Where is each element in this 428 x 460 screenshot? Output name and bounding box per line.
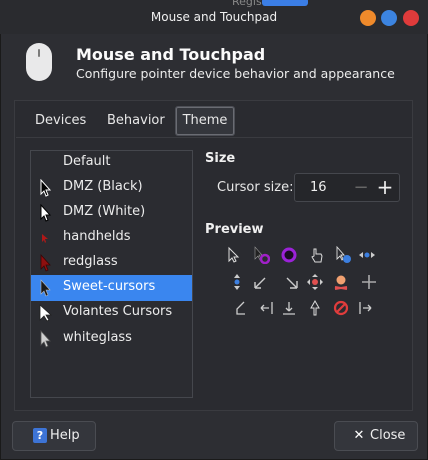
resize-corner-nw-preview-icon [236, 301, 245, 315]
theme-item-label: DMZ (White) [63, 204, 146, 219]
arrow-cursor-icon [42, 234, 48, 243]
theme-item-label: Sweet-cursors [63, 279, 156, 294]
help-button-label: Help [50, 428, 80, 443]
close-button[interactable]: ✕ Close [334, 421, 418, 451]
resize-diagonal-preview-icon [254, 277, 266, 289]
arrow-cursor-preview-icon [228, 246, 240, 263]
theme-item-volantes-cursors[interactable]: Volantes Cursors [31, 300, 192, 326]
cursor-size-stepper[interactable]: 16 − + [294, 173, 400, 202]
preview-section-title: Preview [205, 222, 264, 237]
minimize-button[interactable] [360, 10, 376, 26]
resize-vertical-preview-icon [234, 274, 240, 290]
arrow-cursor-icon [39, 304, 53, 322]
title-bar: Register or Mouse and Touchpad [0, 0, 428, 34]
tab-behavior[interactable]: Behavior [107, 106, 165, 136]
background-login-button [262, 0, 308, 6]
arrow-cursor-icon [40, 279, 51, 297]
cursor-size-value[interactable]: 16 [310, 180, 327, 195]
resize-left-edge-preview-icon [260, 302, 273, 314]
resize-bottom-edge-preview-icon [283, 302, 295, 315]
theme-item-dmz-white[interactable]: DMZ (White) [31, 200, 192, 226]
hand-pointer-preview-icon [311, 248, 323, 263]
up-arrow-preview-icon [310, 299, 320, 316]
resize-corner-preview-icon [286, 277, 298, 289]
tab-divider [16, 137, 412, 138]
close-window-button[interactable] [403, 10, 419, 26]
mouse-icon [26, 43, 52, 81]
help-icon: ? [33, 428, 47, 443]
tab-theme[interactable]: Theme [175, 106, 235, 136]
help-pointer-preview-icon [336, 246, 351, 263]
theme-item-sweet-cursors[interactable]: Sweet-cursors [31, 275, 192, 301]
theme-item-redglass[interactable]: redglass [31, 250, 192, 276]
crosshair-preview-icon [362, 275, 376, 289]
move-preview-icon [307, 274, 323, 290]
arrow-cursor-icon [40, 254, 51, 272]
decrement-button[interactable]: − [349, 174, 373, 201]
maximize-button[interactable] [381, 10, 397, 26]
page-subtitle: Configure pointer device behavior and ap… [76, 66, 395, 81]
arrow-cursor-icon [40, 330, 51, 348]
theme-item-whiteglass[interactable]: whiteglass [31, 326, 192, 352]
size-section-title: Size [205, 151, 236, 166]
theme-item-label: Default [63, 154, 111, 169]
wait-spinner-preview-icon [281, 247, 297, 263]
theme-item-label: Volantes Cursors [63, 304, 173, 319]
close-icon: ✕ [353, 428, 365, 443]
tab-devices[interactable]: Devices [35, 106, 86, 136]
theme-item-handhelds[interactable]: handhelds [31, 225, 192, 251]
arrow-cursor-icon [40, 204, 52, 222]
theme-item-dmz-black[interactable]: DMZ (Black) [31, 175, 192, 201]
cursor-size-label: Cursor size: [217, 180, 294, 195]
arrow-cursor-icon [40, 179, 52, 197]
increment-button[interactable]: + [373, 174, 397, 201]
not-allowed-preview-icon [333, 300, 349, 316]
theme-item-label: DMZ (Black) [63, 179, 143, 194]
close-button-label: Close [370, 428, 406, 443]
theme-item-label: whiteglass [63, 330, 132, 345]
help-button[interactable]: ? Help [12, 421, 96, 451]
page-title: Mouse and Touchpad [76, 45, 266, 64]
busy-pointer-preview-icon [254, 246, 270, 264]
pirate-preview-icon [334, 275, 348, 290]
theme-item-default[interactable]: Default [31, 150, 192, 176]
resize-right-edge-preview-icon [359, 302, 372, 314]
theme-item-label: handhelds [63, 229, 131, 244]
resize-horizontal-preview-icon [359, 252, 375, 258]
theme-item-label: redglass [63, 254, 118, 269]
